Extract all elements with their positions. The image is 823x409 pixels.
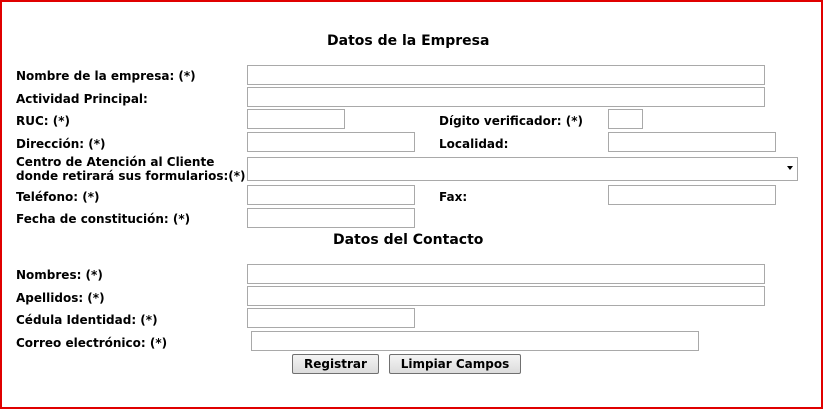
fax-input[interactable] <box>608 185 776 205</box>
check-digit-input[interactable] <box>608 109 643 129</box>
fax-label: Fax: <box>439 190 468 204</box>
id-card-label: Cédula Identidad: (*) <box>16 313 158 327</box>
last-names-input[interactable] <box>247 286 765 306</box>
address-label: Dirección: (*) <box>16 137 106 151</box>
ruc-input[interactable] <box>247 109 345 129</box>
main-activity-label: Actividad Principal: <box>16 92 148 106</box>
email-input[interactable] <box>251 331 699 351</box>
locality-input[interactable] <box>608 132 776 152</box>
founding-date-label: Fecha de constitución: (*) <box>16 212 191 226</box>
ruc-label: RUC: (*) <box>16 114 71 128</box>
check-digit-label: Dígito verificador: (*) <box>439 114 584 128</box>
chevron-down-icon <box>787 166 793 170</box>
main-activity-input[interactable] <box>247 87 765 107</box>
locality-label: Localidad: <box>439 137 509 151</box>
company-name-label: Nombre de la empresa: (*) <box>16 69 196 83</box>
first-names-label: Nombres: (*) <box>16 268 103 282</box>
clear-fields-button[interactable]: Limpiar Campos <box>389 354 521 374</box>
service-center-label-line2: donde retirará sus formularios:(*) <box>16 169 246 183</box>
id-card-input[interactable] <box>247 308 415 328</box>
last-names-label: Apellidos: (*) <box>16 291 105 305</box>
form-container: Datos de la Empresa Nombre de la empresa… <box>0 0 823 409</box>
contact-section-title: Datos del Contacto <box>333 232 484 248</box>
register-button[interactable]: Registrar <box>292 354 379 374</box>
founding-date-input[interactable] <box>247 208 415 228</box>
email-label: Correo electrónico: (*) <box>16 336 168 350</box>
company-name-input[interactable] <box>247 65 765 85</box>
service-center-select[interactable] <box>247 157 798 181</box>
phone-label: Teléfono: (*) <box>16 190 100 204</box>
first-names-input[interactable] <box>247 264 765 284</box>
service-center-label-line1: Centro de Atención al Cliente <box>16 155 215 169</box>
phone-input[interactable] <box>247 185 415 205</box>
address-input[interactable] <box>247 132 415 152</box>
company-section-title: Datos de la Empresa <box>327 33 490 49</box>
